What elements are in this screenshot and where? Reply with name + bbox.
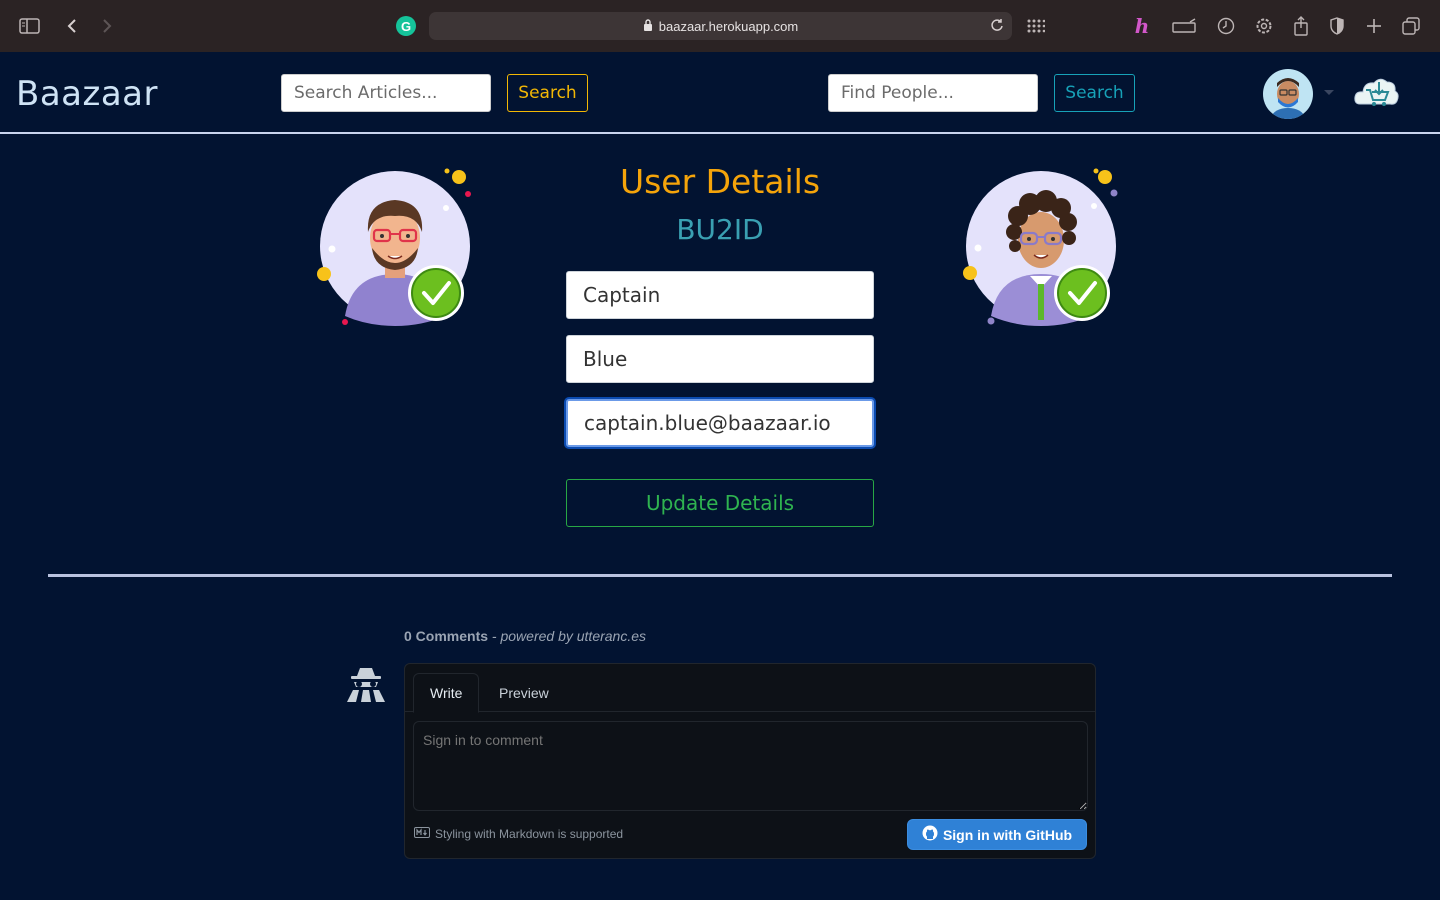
address-bar[interactable]: baazaar.herokuapp.com: [429, 12, 1012, 40]
tab-preview[interactable]: Preview: [483, 673, 565, 713]
page-title: User Details: [619, 162, 821, 201]
user-avatar[interactable]: [1263, 69, 1313, 119]
female-user-illustration: [958, 166, 1128, 335]
comments-separator: -: [488, 628, 501, 644]
email-field[interactable]: [566, 399, 874, 447]
male-user-illustration: [312, 166, 482, 335]
honey-extension-icon[interactable]: h: [1129, 13, 1155, 39]
update-details-button[interactable]: Update Details: [566, 479, 874, 527]
tab-overview-icon[interactable]: [1398, 13, 1424, 39]
comment-textarea[interactable]: [413, 721, 1088, 811]
history-icon[interactable]: [1213, 13, 1239, 39]
article-search-input[interactable]: [281, 74, 491, 112]
first-name-field[interactable]: [566, 271, 874, 319]
ruler-extension-icon[interactable]: [1171, 13, 1197, 39]
article-search-button[interactable]: Search: [507, 74, 588, 112]
tab-write[interactable]: Write: [413, 673, 480, 713]
grammarly-icon[interactable]: G: [393, 13, 419, 39]
powered-by-link[interactable]: powered by utteranc.es: [500, 628, 646, 644]
markdown-note-text: Styling with Markdown is supported: [435, 827, 624, 841]
markdown-icon: [414, 827, 430, 841]
comments-header: 0 Comments - powered by utteranc.es: [404, 628, 646, 644]
user-id-label: BU2ID: [676, 213, 764, 246]
people-search-input[interactable]: [828, 74, 1038, 112]
sidebar-toggle-icon[interactable]: [17, 13, 43, 39]
avatar-dropdown-caret-icon[interactable]: [1324, 90, 1334, 95]
last-name-field[interactable]: [566, 335, 874, 383]
shopping-cart-cloud-icon[interactable]: [1352, 72, 1400, 116]
brand-logo[interactable]: Baazaar: [16, 74, 158, 114]
share-icon[interactable]: [1288, 13, 1314, 39]
privacy-shield-icon[interactable]: [1324, 13, 1350, 39]
grid-icon[interactable]: [1023, 13, 1049, 39]
browser-toolbar: G baazaar.herokuapp.com h: [0, 0, 1440, 52]
svg-text:G: G: [401, 19, 411, 34]
new-tab-plus-icon[interactable]: [1361, 13, 1387, 39]
comment-box: Write Preview Styling with Markdown is s…: [404, 663, 1096, 859]
forward-icon[interactable]: [94, 13, 120, 39]
settings-gear-icon[interactable]: [1251, 13, 1277, 39]
github-icon: [922, 825, 938, 844]
reload-icon[interactable]: [990, 18, 1004, 35]
people-search-button[interactable]: Search: [1054, 74, 1135, 112]
site-navbar: Baazaar Search Search: [0, 52, 1440, 134]
address-text: baazaar.herokuapp.com: [658, 18, 799, 34]
anonymous-user-icon: [345, 666, 387, 704]
signin-github-label: Sign in with GitHub: [942, 826, 1073, 843]
comment-tabs: Write Preview: [405, 664, 1095, 713]
signin-github-button[interactable]: Sign in with GitHub: [907, 819, 1087, 850]
comments-count: 0 Comments: [404, 628, 489, 644]
section-divider: [48, 574, 1392, 577]
lock-icon: [643, 18, 653, 34]
back-icon[interactable]: [59, 13, 85, 39]
svg-text:h: h: [1135, 16, 1150, 36]
markdown-note: Styling with Markdown is supported: [414, 827, 623, 841]
